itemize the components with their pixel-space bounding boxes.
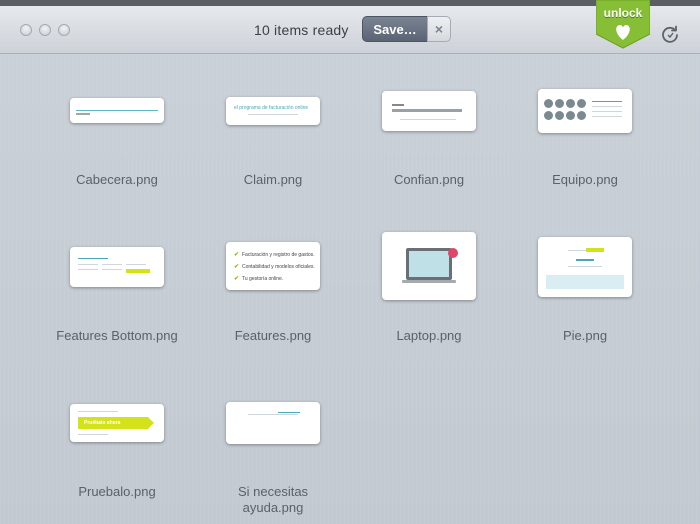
file-item-confian[interactable]: Confian.png	[349, 88, 509, 218]
thumbnail	[538, 89, 632, 133]
file-item-pie[interactable]: Pie.png	[505, 237, 665, 368]
refresh-icon[interactable]	[660, 24, 680, 44]
titlebar: 10 items ready Save… ×	[0, 6, 700, 54]
app-window: 10 items ready Save… × unlock Cabecera.p…	[0, 0, 700, 524]
file-item-equipo[interactable]: Equipo.png	[505, 88, 665, 218]
thumbnail-text: el programa de facturación online	[234, 105, 309, 111]
file-item-laptop[interactable]: Laptop.png	[349, 232, 509, 368]
thumbnail	[70, 98, 164, 123]
thumbnail-text: Pruébalo ahora	[84, 420, 121, 426]
file-item-si-necesitas-ayuda[interactable]: Si necesitas ayuda.png	[193, 394, 353, 524]
thumbnail	[70, 247, 164, 287]
file-item-features-bottom[interactable]: Features Bottom.png	[37, 238, 197, 368]
file-item-features[interactable]: ✔ Facturación y registro de gastos. ✔ Co…	[193, 238, 353, 368]
thumbnail	[382, 91, 476, 131]
thumbnail: ✔ Facturación y registro de gastos. ✔ Co…	[226, 242, 320, 290]
file-item-pruebalo[interactable]: Pruébalo ahora Pruebalo.png	[37, 394, 197, 524]
file-item-claim[interactable]: el programa de facturación online Claim.…	[193, 88, 353, 218]
file-name: Pie.png	[562, 328, 608, 343]
dismiss-button[interactable]: ×	[427, 16, 451, 42]
save-button[interactable]: Save…	[362, 16, 428, 42]
file-name: Claim.png	[243, 172, 303, 187]
minimize-window-button[interactable]	[39, 24, 51, 36]
file-name: Features Bottom.png	[56, 328, 178, 343]
unlock-badge[interactable]: unlock	[595, 0, 651, 50]
file-name: Cabecera.png	[76, 172, 158, 187]
file-name: Features.png	[234, 328, 312, 343]
file-name: Confian.png	[393, 172, 465, 187]
file-name: Pruebalo.png	[78, 484, 156, 499]
unlock-label: unlock	[603, 6, 643, 20]
thumbnail: Pruébalo ahora	[70, 404, 164, 442]
file-item-cabecera[interactable]: Cabecera.png	[37, 88, 197, 218]
thumbnail	[226, 402, 320, 444]
thumbnail	[538, 237, 632, 297]
close-window-button[interactable]	[20, 24, 32, 36]
thumbnail-item: Contabilidad y modelos oficiales.	[242, 264, 315, 270]
thumbnail	[382, 232, 476, 300]
status-text: 10 items ready	[254, 22, 349, 38]
thumbnail: el programa de facturación online	[226, 97, 320, 125]
thumbnail-item: Tu gestoría online.	[242, 276, 284, 282]
thumbnail-item: Facturación y registro de gastos.	[242, 252, 315, 258]
file-name: Si necesitas ayuda.png	[237, 484, 309, 515]
file-name: Equipo.png	[552, 172, 618, 187]
zoom-window-button[interactable]	[58, 24, 70, 36]
file-name: Laptop.png	[396, 328, 462, 343]
